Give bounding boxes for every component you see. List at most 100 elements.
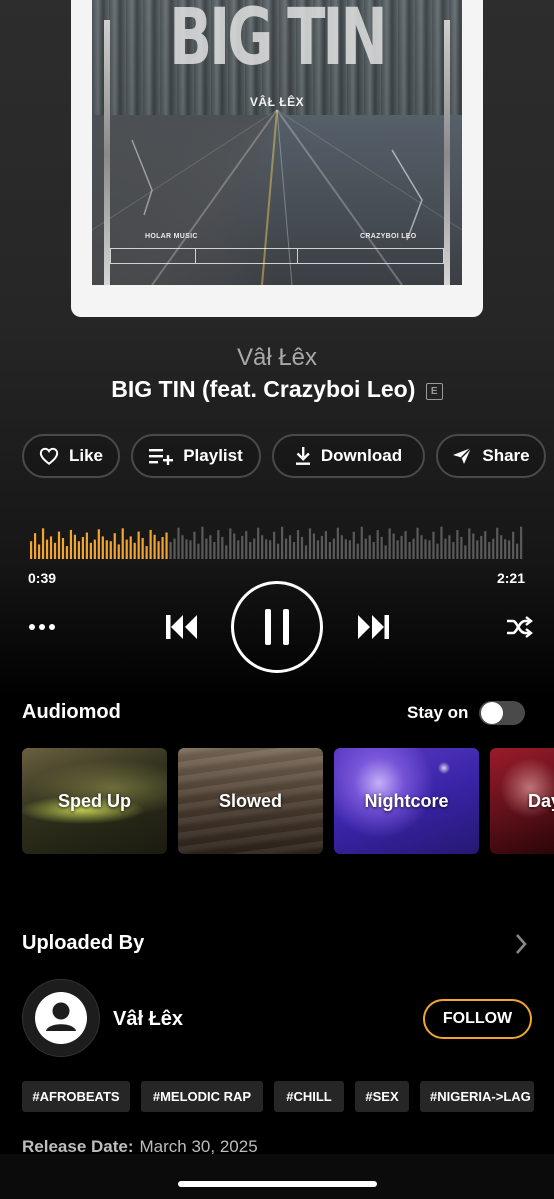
waveform-bar — [177, 527, 180, 559]
waveform-bar — [213, 542, 216, 559]
waveform-bar — [49, 536, 53, 559]
playlist-label: Playlist — [183, 446, 243, 465]
track-title: BIG TIN (feat. Crazyboi Leo) E — [0, 376, 554, 403]
waveform-bar — [348, 540, 351, 559]
tag-chill[interactable]: #CHILL — [274, 1081, 344, 1112]
waveform-bar — [129, 536, 132, 559]
waveform-bar — [380, 536, 383, 559]
waveform-bar — [73, 534, 77, 559]
waveform-bar — [93, 539, 96, 559]
stay-on-label: Stay on — [407, 703, 469, 722]
waveform-bar — [484, 531, 487, 559]
waveform-bar — [261, 535, 264, 559]
waveform-bar — [292, 542, 296, 559]
waveform-bar — [81, 537, 84, 559]
album-art-edge-right — [444, 20, 450, 285]
album-art-title: BIG TIN — [169, 0, 387, 83]
current-time: 0:39 — [28, 570, 57, 586]
waveform-bar — [476, 540, 479, 559]
album-art: BIG TIN VÂŁ ŁÊX HOLAR MUSIC CRAZYBOI LEO — [92, 0, 462, 285]
waveform-bar — [97, 529, 100, 559]
waveform-bar — [241, 535, 244, 559]
download-button[interactable]: Download — [272, 434, 425, 478]
waveform-bar — [496, 527, 499, 559]
waveform-bar — [396, 540, 399, 559]
audiomod-nightcore[interactable]: Nightcore — [334, 748, 479, 854]
audiomod-sped-up[interactable]: Sped Up — [22, 748, 167, 854]
waveform-bar — [324, 531, 328, 559]
playlist-add-icon — [149, 449, 174, 465]
download-icon — [295, 447, 310, 465]
waveform-bar — [77, 541, 81, 559]
waveform-bar — [364, 538, 367, 559]
waveform-bar — [416, 527, 419, 559]
waveform-bar — [376, 530, 379, 559]
waveform-bar — [149, 529, 152, 559]
heart-icon — [39, 447, 59, 465]
previous-track-button[interactable] — [160, 608, 204, 646]
audiomod-slowed[interactable]: Slowed — [178, 748, 323, 854]
waveform-bar — [408, 542, 411, 559]
waveform-bar — [508, 540, 511, 559]
waveform-bar — [165, 532, 168, 559]
waveform-bar — [265, 539, 268, 559]
waveform-bar — [161, 537, 164, 559]
waveform-bar — [516, 543, 519, 559]
shuffle-button[interactable] — [502, 612, 536, 642]
track-artist[interactable]: Vâł Łêx — [0, 344, 554, 372]
album-art-edge-left — [104, 20, 110, 285]
tag-melodic-rap[interactable]: #MELODIC RAP — [141, 1081, 263, 1112]
waveform-scrubber[interactable] — [30, 525, 524, 559]
waveform-bar — [464, 545, 467, 559]
uploader-name[interactable]: Vâł Łêx — [113, 1008, 183, 1031]
waveform-bar — [468, 528, 471, 559]
waveform-bar — [253, 538, 256, 559]
more-options-button[interactable] — [26, 616, 58, 638]
waveform-bar — [444, 538, 447, 559]
waveform-bar — [492, 538, 495, 559]
share-button[interactable]: Share — [436, 434, 546, 478]
pause-button[interactable] — [231, 581, 323, 673]
waveform-bar — [237, 540, 240, 559]
waveform-bar — [181, 535, 184, 559]
waveform-bar — [320, 535, 324, 559]
uploaded-by-chevron[interactable] — [508, 930, 534, 958]
user-icon — [35, 992, 87, 1044]
tag-nigeria[interactable]: #NIGERIA->LAG — [420, 1081, 534, 1112]
waveform-bar — [432, 531, 435, 559]
waveform-bar — [105, 540, 108, 559]
waveform-bar — [448, 535, 451, 559]
bottom-safe-area — [0, 1154, 554, 1199]
like-label: Like — [68, 446, 104, 465]
pause-icon — [265, 609, 289, 645]
waveform-bar — [33, 533, 37, 559]
waveform-bar — [101, 536, 104, 559]
waveform-bar — [117, 544, 120, 559]
waveform-bar — [384, 545, 387, 559]
album-art-label-right: CRAZYBOI LEO — [360, 233, 417, 240]
waveform-bar — [404, 531, 407, 559]
shuffle-icon — [507, 616, 533, 638]
audiomod-day[interactable]: Day — [490, 748, 554, 854]
waveform-bar — [229, 528, 232, 559]
album-art-artist: VÂŁ ŁÊX — [249, 95, 305, 109]
next-track-button[interactable] — [351, 608, 395, 646]
waveform-bar — [280, 526, 284, 559]
home-indicator — [178, 1181, 377, 1187]
stay-on-toggle[interactable] — [479, 701, 525, 725]
waveform-bar — [221, 536, 224, 559]
follow-button[interactable]: FOLLOW — [423, 999, 532, 1039]
like-button[interactable]: Like — [22, 434, 120, 478]
waveform-bar — [141, 538, 144, 559]
waveform-bar — [312, 533, 316, 559]
waveform-bar — [269, 540, 272, 559]
waveform-bar — [201, 526, 204, 559]
uploader-avatar[interactable] — [22, 979, 100, 1057]
tag-sex[interactable]: #SEX — [355, 1081, 409, 1112]
add-to-playlist-button[interactable]: Playlist — [131, 434, 261, 478]
tag-afrobeats[interactable]: #AFROBEATS — [22, 1081, 130, 1112]
chevron-right-icon — [516, 934, 527, 954]
waveform-bar — [205, 538, 208, 559]
waveform-bar — [488, 542, 491, 559]
waveform-bar — [109, 541, 112, 559]
